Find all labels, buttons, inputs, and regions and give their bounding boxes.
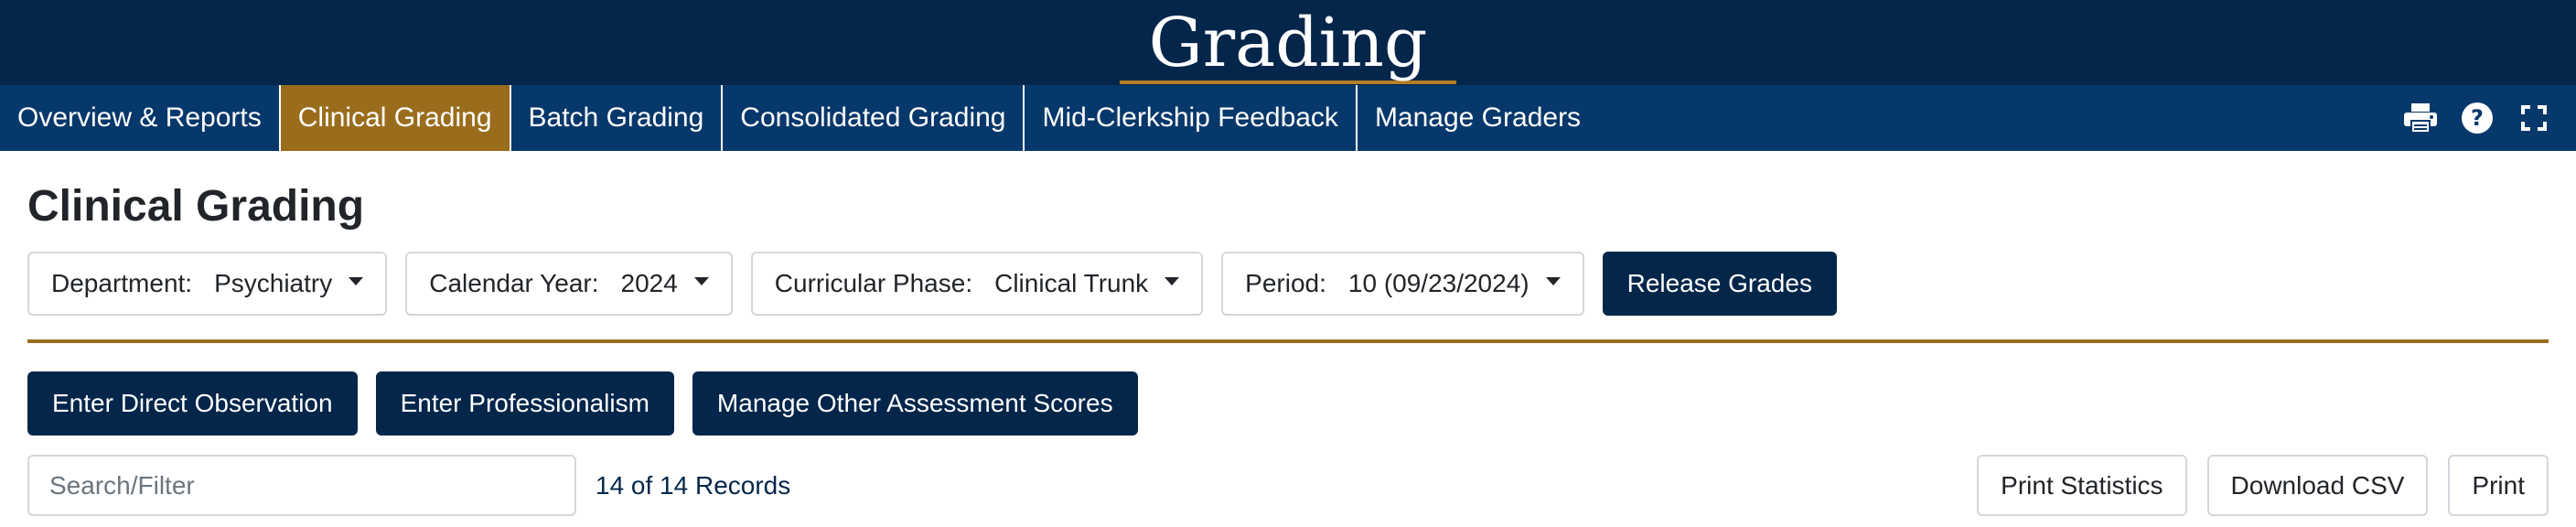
enter-direct-observation-button[interactable]: Enter Direct Observation [27,371,358,436]
tab-consolidated-grading[interactable]: Consolidated Grading [723,85,1025,151]
release-grades-button[interactable]: Release Grades [1602,252,1837,316]
print-button[interactable]: Print [2448,455,2549,516]
download-csv-button[interactable]: Download CSV [2206,455,2429,516]
records-toolbar: 14 of 14 Records Print Statistics Downlo… [27,455,2549,516]
app-title: Grading [1119,7,1457,84]
tab-overview-reports[interactable]: Overview & Reports [0,85,281,151]
help-icon[interactable]: ? [2459,100,2496,136]
action-bar: Enter Direct Observation Enter Professio… [27,371,1138,436]
curricular-phase-select[interactable]: Curricular Phase: Clinical Trunk [750,252,1204,316]
print-statistics-button[interactable]: Print Statistics [1977,455,2187,516]
export-button-group: Print Statistics Download CSV Print [1977,455,2549,516]
tab-batch-grading[interactable]: Batch Grading [511,85,724,151]
chevron-down-icon [1545,276,1561,285]
app-header: Grading [0,0,2576,85]
nav-icon-group: ? [2402,85,2552,151]
tab-mid-clerkship-feedback[interactable]: Mid-Clerkship Feedback [1025,85,1358,151]
chevron-down-icon [693,276,709,285]
page-title: Clinical Grading [27,182,365,231]
curricular-phase-label: Curricular Phase: [774,269,973,297]
records-count: 14 of 14 Records [596,470,791,500]
department-label: Department: [51,269,193,297]
calendar-year-select[interactable]: Calendar Year: 2024 [405,252,733,316]
department-select[interactable]: Department: Psychiatry [27,252,388,316]
tab-clinical-grading[interactable]: Clinical Grading [280,85,511,151]
period-select[interactable]: Period: 10 (09/23/2024) [1221,252,1584,316]
fullscreen-icon[interactable] [2516,100,2552,136]
svg-text:?: ? [2471,105,2484,131]
department-value: Psychiatry [214,269,333,297]
enter-professionalism-button[interactable]: Enter Professionalism [375,371,674,436]
printer-icon[interactable] [2402,100,2439,136]
chevron-down-icon [349,276,364,285]
calendar-year-value: 2024 [620,269,678,297]
filter-bar: Department: Psychiatry Calendar Year: 20… [27,252,1837,316]
chevron-down-icon [1165,276,1180,285]
section-divider [27,339,2549,343]
tab-manage-graders[interactable]: Manage Graders [1358,85,1598,151]
calendar-year-label: Calendar Year: [429,269,599,297]
manage-other-assessment-scores-button[interactable]: Manage Other Assessment Scores [692,371,1138,436]
curricular-phase-value: Clinical Trunk [994,269,1149,297]
main-nav: Overview & Reports Clinical Grading Batc… [0,85,2576,151]
search-input[interactable] [27,455,576,516]
period-label: Period: [1245,269,1326,297]
period-value: 10 (09/23/2024) [1347,269,1530,297]
